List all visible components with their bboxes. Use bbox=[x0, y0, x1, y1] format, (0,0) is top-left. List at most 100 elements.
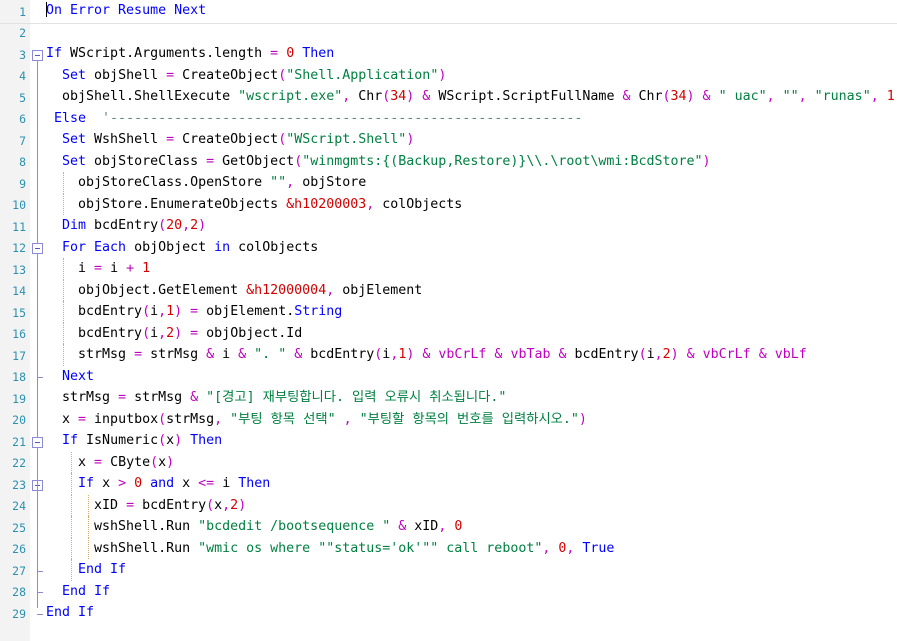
code-token-kw: Set bbox=[62, 132, 95, 147]
line-number: 5 bbox=[19, 90, 26, 105]
code-text-area[interactable]: On Error Resume Next If WScript.Argument… bbox=[46, 0, 897, 641]
code-token-pln bbox=[46, 240, 62, 255]
code-token-op: , bbox=[654, 347, 663, 362]
code-token-op: ) = bbox=[174, 325, 207, 341]
code-token-op: ) bbox=[702, 153, 711, 169]
code-line[interactable]: Set objStoreClass = GetObject("winmgmts:… bbox=[46, 151, 897, 173]
code-token-num: 2 bbox=[166, 325, 175, 341]
fold-collapse-icon[interactable] bbox=[32, 49, 43, 61]
code-line[interactable]: Next bbox=[46, 366, 897, 388]
code-line[interactable]: strMsg = strMsg & "[경고] 재부팅합니다. 입력 오류시 취… bbox=[46, 387, 897, 409]
code-token-num: 0 bbox=[134, 476, 143, 491]
code-token-str: "" bbox=[782, 89, 799, 104]
code-line[interactable]: Dim bcdEntry(20,2) bbox=[46, 215, 897, 237]
code-line[interactable]: wshShell.Run "bcdedit /bootsequence " & … bbox=[46, 516, 897, 538]
code-line[interactable]: End If bbox=[46, 559, 897, 581]
code-line[interactable]: objStoreClass.OpenStore "", objStore bbox=[46, 172, 897, 194]
indent-guide bbox=[62, 258, 65, 280]
code-line[interactable]: bcdEntry(i,2) = objObject.Id bbox=[46, 322, 897, 344]
code-token-op: , bbox=[366, 196, 383, 212]
code-line[interactable]: Set objShell = CreateObject("Shell.Appli… bbox=[46, 65, 897, 87]
code-line[interactable]: Set WshShell = CreateObject("WScript.She… bbox=[46, 129, 897, 151]
code-token-op: , bbox=[214, 411, 231, 427]
code-token-op: ( bbox=[206, 497, 215, 513]
code-line[interactable]: End If bbox=[46, 581, 897, 603]
code-token-kw: End If bbox=[62, 583, 111, 599]
code-line[interactable]: Else '----------------------------------… bbox=[46, 108, 897, 130]
line-number: 6 bbox=[19, 112, 26, 126]
line-number-gutter: 1 2 3 4 5 6 7 8 9 10 11 12 13 14 15 16 17 18 19 20 21 22 23 24 2… bbox=[0, 0, 30, 641]
code-line[interactable]: wshShell.Run "wmic os where ""status='ok… bbox=[46, 537, 897, 559]
code-token-pln: strMsg bbox=[166, 411, 215, 427]
fold-collapse-icon[interactable] bbox=[32, 243, 43, 254]
line-number: 24 bbox=[12, 499, 26, 513]
code-token-pln: strMsg bbox=[150, 347, 207, 362]
code-line[interactable]: If WScript.Arguments.length = 0 Then bbox=[46, 43, 897, 65]
code-token-pln: CreateObject bbox=[182, 132, 279, 147]
code-token-kw: Then bbox=[190, 433, 223, 448]
code-line[interactable]: x = inputbox(strMsg, "부팅 항목 선택" , "부팅할 항… bbox=[46, 409, 897, 431]
code-token-pln: xID bbox=[414, 519, 439, 534]
code-token-op: ) bbox=[174, 433, 191, 448]
code-token-num: &h10200003 bbox=[286, 196, 367, 212]
code-line[interactable]: End If bbox=[46, 602, 897, 624]
code-token-pln: objObject.GetElement bbox=[46, 282, 247, 298]
code-line[interactable]: i = i + 1 bbox=[46, 258, 897, 280]
code-token-num: 1 bbox=[166, 304, 175, 319]
indent-guide bbox=[62, 279, 65, 301]
code-token-str: "Shell.Application" bbox=[286, 67, 439, 83]
code-token-kw: If bbox=[46, 46, 71, 61]
code-token-pln: WScript.ScriptFullName bbox=[438, 89, 623, 104]
code-token-pln: i bbox=[150, 304, 159, 319]
fold-collapse-icon[interactable] bbox=[32, 436, 43, 448]
code-token-op: & bbox=[238, 347, 255, 362]
line-number: 16 bbox=[12, 327, 26, 341]
code-token-num: 1 bbox=[142, 261, 151, 276]
code-token-pln: strMsg bbox=[134, 390, 191, 405]
code-line[interactable]: For Each objObject in colObjects bbox=[46, 237, 897, 259]
code-line[interactable]: On Error Resume Next bbox=[46, 0, 897, 22]
code-token-op: ( bbox=[158, 218, 167, 233]
line-number: 7 bbox=[19, 133, 26, 148]
line-number: 8 bbox=[19, 155, 26, 169]
code-token-op: ( bbox=[158, 433, 167, 448]
code-token-op: & bbox=[550, 347, 575, 362]
code-line[interactable]: x = CByte(x) bbox=[46, 451, 897, 473]
code-token-op: , bbox=[286, 175, 303, 190]
indent-guide bbox=[71, 516, 73, 538]
code-token-kw: End If bbox=[78, 562, 127, 577]
indent-guide bbox=[71, 537, 73, 559]
code-line[interactable]: If IsNumeric(x) Then bbox=[46, 430, 897, 452]
code-line[interactable]: objObject.GetElement &h12000004, objElem… bbox=[46, 279, 897, 301]
code-token-pln: objStore.EnumerateObjects bbox=[46, 196, 287, 212]
code-token-kw: Set bbox=[62, 153, 95, 169]
indent-guide bbox=[71, 451, 73, 473]
code-token-op: ) = bbox=[174, 304, 207, 319]
code-token-op: , bbox=[542, 540, 559, 556]
code-token-num: &h12000004 bbox=[246, 282, 327, 298]
code-token-pln: bcdEntry bbox=[142, 497, 207, 513]
code-line[interactable]: xID = bcdEntry(x,2) bbox=[46, 494, 897, 516]
code-token-op: ) bbox=[406, 132, 415, 147]
code-token-pln: Chr bbox=[638, 89, 663, 104]
code-token-pln: CByte bbox=[110, 454, 151, 470]
code-token-op: , bbox=[342, 89, 359, 104]
code-line[interactable]: If x > 0 and x <= i Then bbox=[46, 473, 897, 495]
code-token-pln: bcdEntry bbox=[46, 304, 143, 319]
code-token-pln: x bbox=[214, 497, 223, 513]
code-line[interactable]: bcdEntry(i,1) = objElement.String bbox=[46, 301, 897, 323]
code-token-kw: Then bbox=[302, 46, 335, 61]
code-token-str: ". " bbox=[254, 347, 287, 362]
code-token-op: <= bbox=[198, 476, 223, 491]
code-token-op: ( bbox=[142, 304, 151, 319]
code-line[interactable]: strMsg = strMsg & i & ". " & bcdEntry(i,… bbox=[46, 344, 897, 366]
code-line[interactable]: objShell.ShellExecute "wscript.exe", Chr… bbox=[46, 86, 897, 108]
line-number: 4 bbox=[19, 69, 26, 83]
code-folding-column[interactable] bbox=[30, 0, 46, 641]
indent-guide bbox=[62, 322, 65, 344]
code-token-kw: End If bbox=[46, 605, 95, 620]
code-editor[interactable]: 1 2 3 4 5 6 7 8 9 10 11 12 13 14 15 16 17 18 19 20 21 22 23 24 2… bbox=[0, 0, 897, 641]
code-line[interactable] bbox=[46, 22, 897, 44]
code-line[interactable]: objStore.EnumerateObjects &h10200003, co… bbox=[46, 193, 897, 215]
code-token-op: = bbox=[94, 454, 111, 470]
